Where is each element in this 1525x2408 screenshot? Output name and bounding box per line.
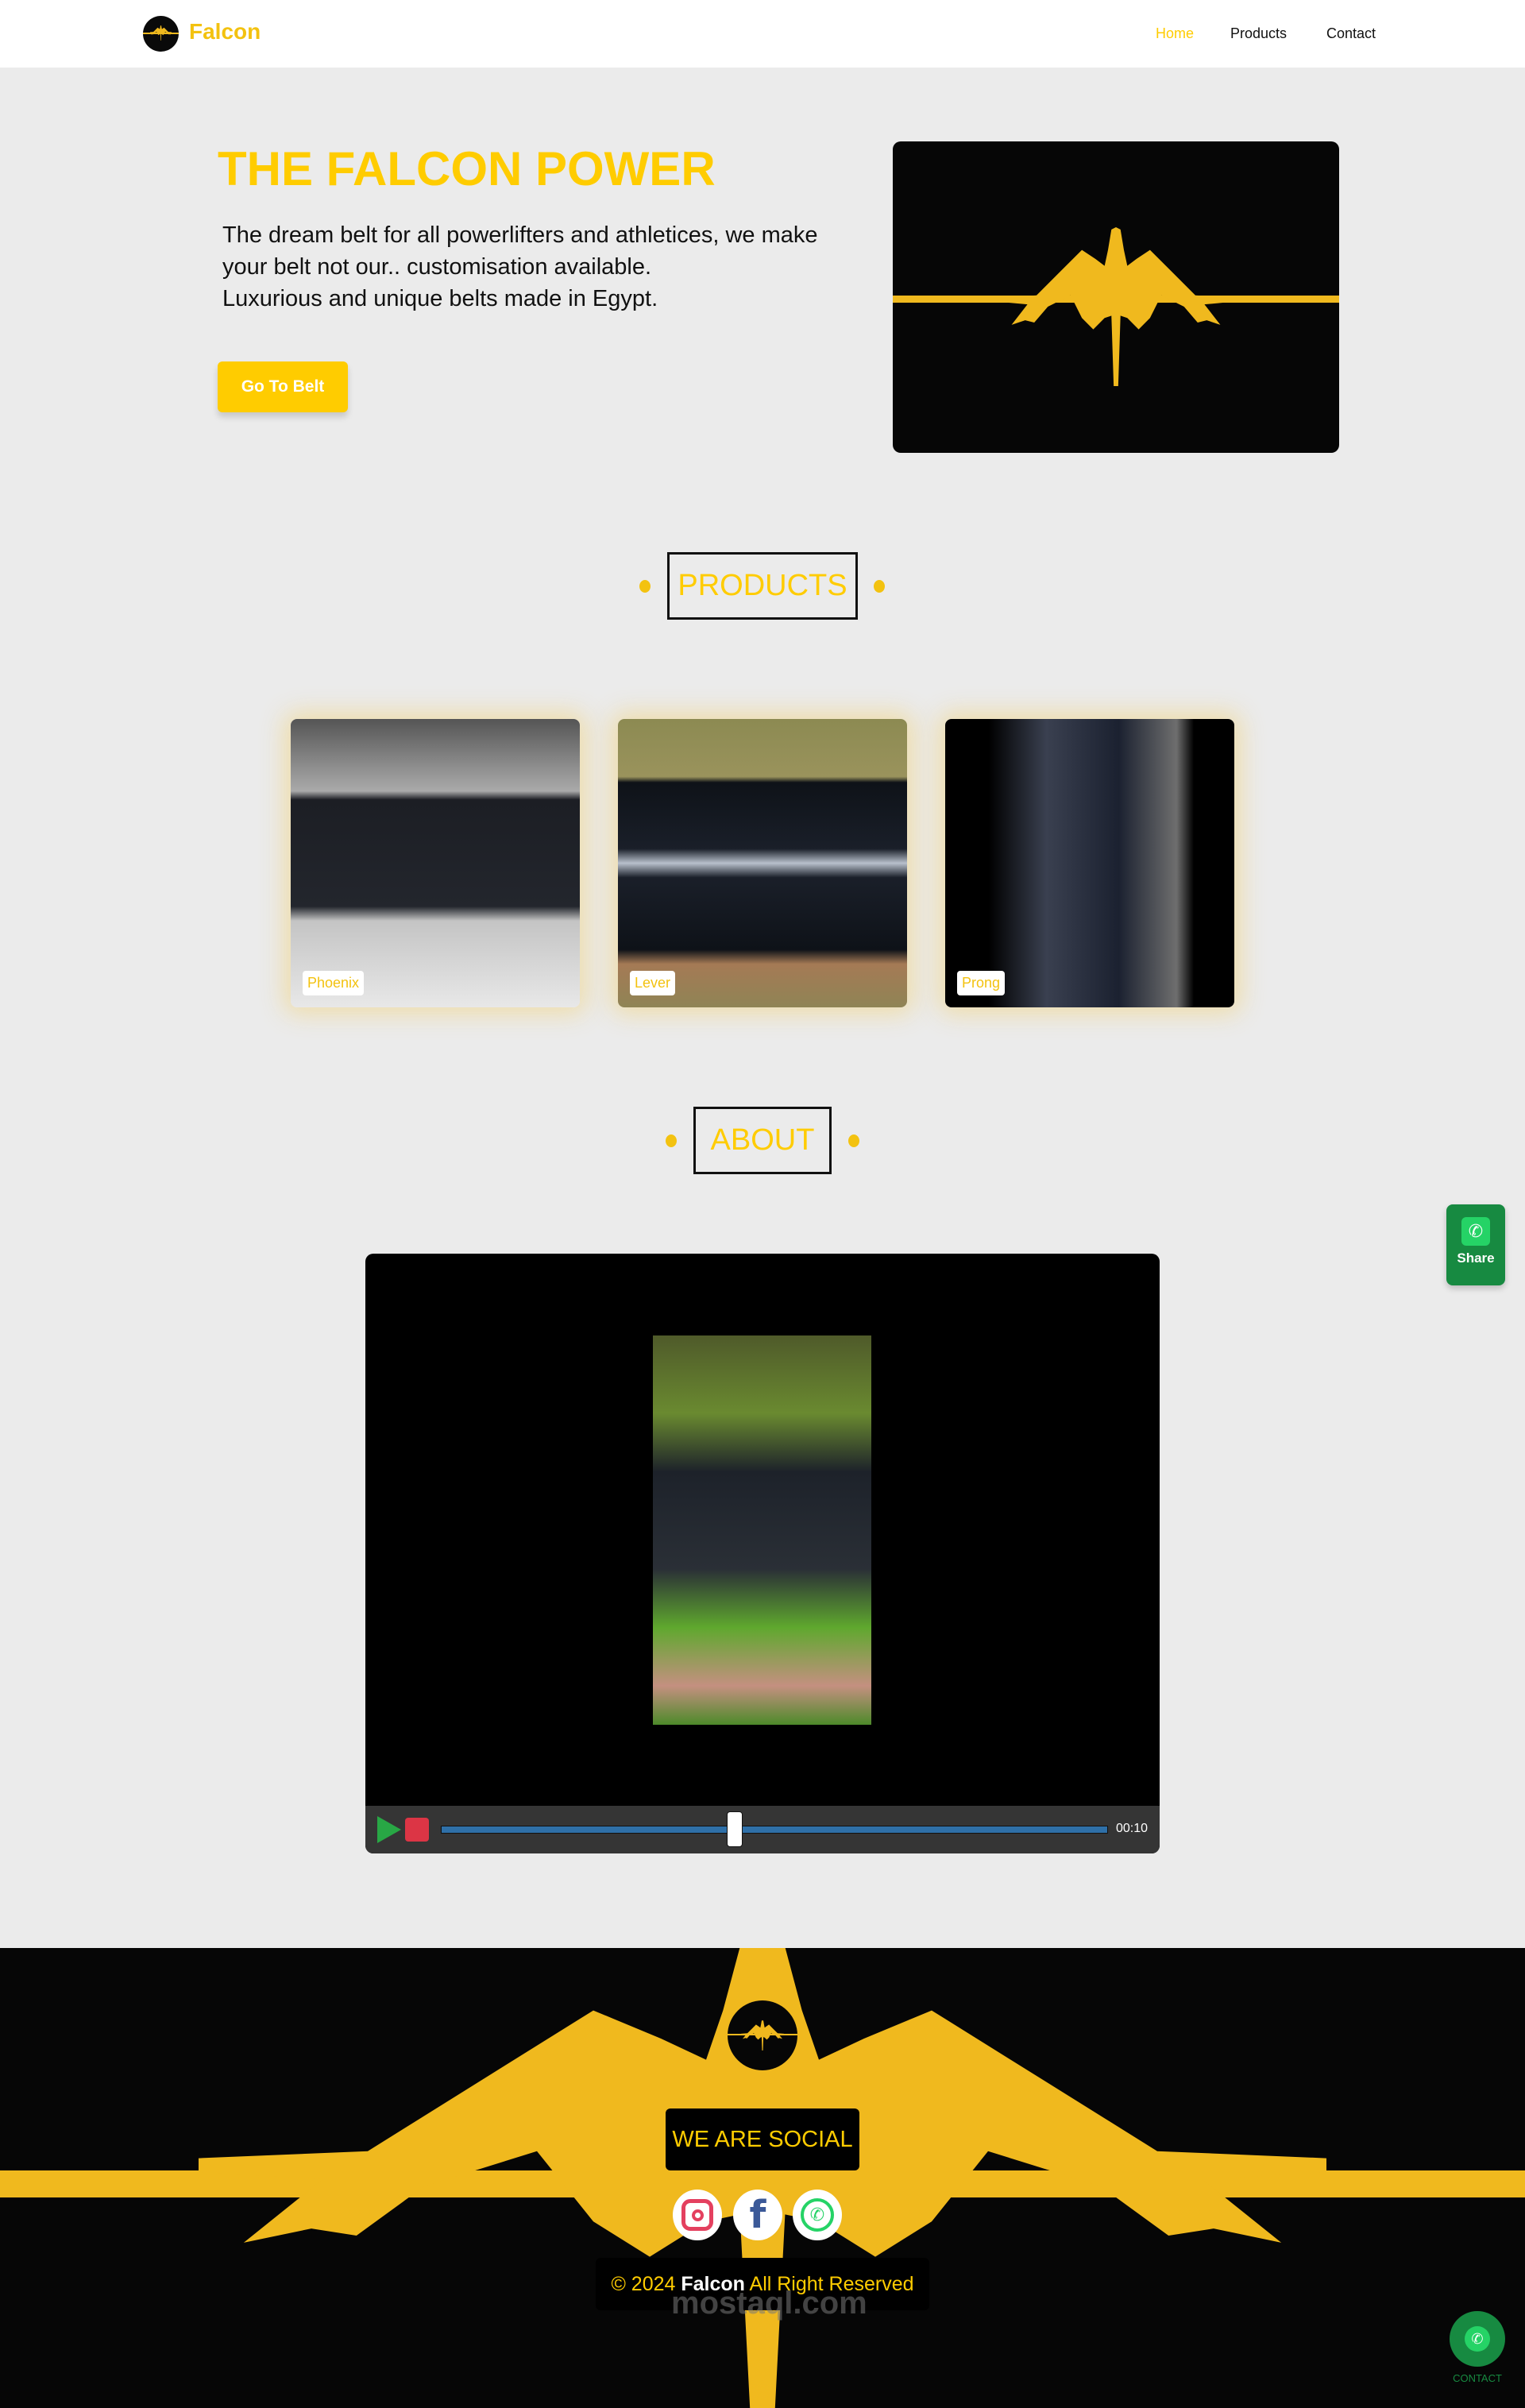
video-frame	[653, 1335, 871, 1725]
go-to-belt-button[interactable]: Go To Belt	[218, 361, 348, 412]
decor-dot	[666, 1134, 677, 1147]
play-icon[interactable]	[377, 1816, 401, 1843]
watermark: mostaql.com	[671, 2286, 867, 2321]
whatsapp-contact-button[interactable]: ✆	[1450, 2311, 1505, 2367]
whatsapp-icon: ✆	[1465, 2326, 1490, 2352]
decor-dot	[848, 1134, 859, 1147]
products-heading: PRODUCTS	[667, 552, 858, 620]
product-card-phoenix[interactable]: Phoenix	[291, 719, 580, 1007]
stop-icon[interactable]	[405, 1818, 429, 1842]
about-heading: ABOUT	[693, 1107, 832, 1174]
nav-home[interactable]: Home	[1156, 25, 1194, 42]
whatsapp-icon[interactable]: ✆	[793, 2190, 842, 2240]
decor-dot	[639, 580, 651, 593]
falcon-icon	[967, 227, 1264, 386]
video-time: 00:10	[1116, 1822, 1149, 1835]
hero-title: THE FALCON POWER	[218, 142, 716, 195]
decor-dot	[874, 580, 885, 593]
video-controls: 00:10	[365, 1806, 1160, 1853]
product-card-lever[interactable]: Lever	[618, 719, 907, 1007]
product-card-prong[interactable]: Prong	[945, 719, 1234, 1007]
falcon-icon	[150, 25, 172, 41]
product-label: Phoenix	[303, 971, 365, 995]
instagram-icon[interactable]	[673, 2190, 722, 2240]
product-label: Prong	[957, 971, 1006, 995]
nav-products[interactable]: Products	[1230, 25, 1287, 42]
hero-falcon-image	[893, 141, 1339, 453]
contact-label: CONTACT	[1453, 2372, 1502, 2384]
share-label: Share	[1457, 1250, 1495, 1266]
hero-line: your belt not our.. customisation availa…	[222, 254, 652, 280]
progress-thumb[interactable]	[726, 1811, 743, 1847]
top-nav: Falcon Home Products Contact	[0, 0, 1525, 68]
hero-description: The dream belt for all powerlifters and …	[222, 219, 858, 315]
falcon-logo[interactable]	[143, 16, 179, 52]
nav-contact[interactable]: Contact	[1326, 25, 1376, 42]
hero-line: Luxurious and unique belts made in Egypt…	[222, 286, 658, 311]
whatsapp-share-button[interactable]: ✆ Share	[1446, 1204, 1505, 1285]
facebook-icon[interactable]: f	[733, 2190, 782, 2240]
whatsapp-icon: ✆	[1461, 1217, 1490, 1246]
hero-line: The dream belt for all powerlifters and …	[222, 222, 818, 248]
footer: WE ARE SOCIAL f ✆ © 2024 Falcon All Righ…	[0, 1948, 1525, 2408]
brand-name[interactable]: Falcon	[189, 19, 261, 44]
product-label: Lever	[630, 971, 676, 995]
progress-bar[interactable]	[441, 1826, 1108, 1834]
social-heading: WE ARE SOCIAL	[666, 2108, 859, 2170]
footer-logo	[728, 2000, 797, 2070]
about-video-player[interactable]: 00:10	[365, 1254, 1160, 1853]
